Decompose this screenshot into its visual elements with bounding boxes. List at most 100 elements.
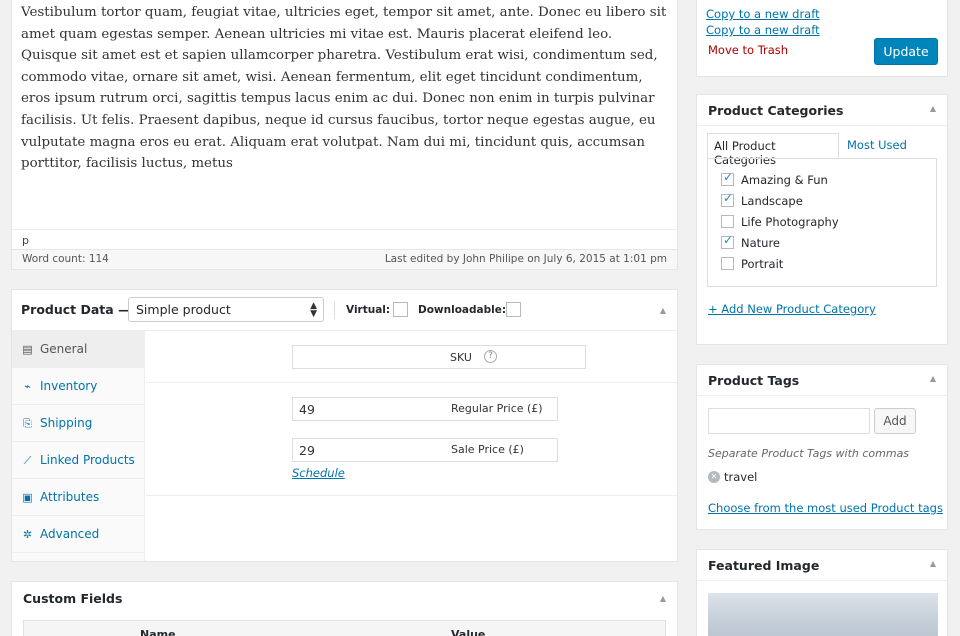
tab-label: General: [40, 342, 88, 356]
product-categories-title: Product Categories: [708, 103, 844, 118]
category-label: Landscape: [741, 194, 803, 208]
tab-label: Linked Products: [40, 453, 135, 467]
collapse-toggle-icon[interactable]: ▲: [660, 594, 666, 603]
tab-general[interactable]: ▤ General: [12, 331, 145, 368]
divider: [697, 580, 947, 581]
word-count: Word count: 114: [22, 253, 109, 265]
editor-body-text[interactable]: Vestibulum tortor quam, feugiat vitae, u…: [21, 2, 671, 175]
select-arrows-icon: ▲ ▼: [310, 301, 317, 319]
inventory-icon: ⌁: [24, 380, 31, 393]
sale-price-input[interactable]: 29 Sale Price (£): [292, 438, 558, 462]
help-icon[interactable]: ?: [484, 350, 497, 363]
custom-fields-box: Custom Fields ▲ Name Value: [11, 581, 678, 636]
checkbox-checked[interactable]: ✓: [721, 170, 734, 186]
featured-image-box: Featured Image ▲: [696, 549, 948, 636]
divider: [697, 125, 947, 126]
tag-input[interactable]: [708, 408, 870, 434]
product-data-box: Product Data — Simple product ▲ ▼ Virtual…: [11, 289, 678, 562]
editor-status-bar: Word count: 114 Last edited by John Phil…: [12, 249, 677, 269]
column-header-value: Value: [451, 628, 486, 636]
tab-most-used[interactable]: Most Used: [847, 138, 907, 152]
checkmark-icon: ✓: [723, 170, 734, 184]
category-item[interactable]: ✓ Landscape: [721, 191, 803, 208]
attributes-icon: ▣: [22, 491, 33, 504]
category-item[interactable]: Portrait: [721, 257, 783, 271]
tab-attributes[interactable]: ▣ Attributes: [12, 479, 145, 516]
collapse-toggle-icon[interactable]: ▲: [930, 559, 936, 568]
category-label: Portrait: [741, 257, 784, 271]
publish-box: Copy to a new draft Copy to a new draft …: [696, 0, 948, 77]
virtual-label: Virtual:: [346, 304, 391, 316]
divider: [146, 495, 677, 496]
tab-shipping[interactable]: ⎘ Shipping: [12, 405, 145, 442]
remove-tag-icon[interactable]: ✕: [708, 471, 720, 483]
most-used-tags-link[interactable]: Choose from the most used Product tags: [708, 501, 943, 515]
link-icon: ⟋: [23, 454, 32, 467]
copy-to-draft-link[interactable]: Copy to a new draft: [706, 7, 820, 21]
general-icon: ▤: [22, 343, 33, 356]
checkbox-checked[interactable]: ✓: [721, 233, 734, 249]
move-to-trash-link[interactable]: Move to Trash: [708, 43, 788, 57]
shipping-icon: ⎘: [23, 417, 32, 430]
tab-label: Inventory: [40, 379, 98, 393]
collapse-toggle-icon[interactable]: ▲: [660, 306, 666, 315]
update-button[interactable]: Update: [874, 38, 938, 65]
sku-input[interactable]: SKU ?: [292, 345, 586, 369]
divider: [334, 302, 335, 319]
sale-price-value: 29: [299, 443, 315, 458]
tab-linked-products[interactable]: ⟋ Linked Products: [12, 442, 145, 479]
divider: [697, 395, 947, 396]
checkbox-unchecked[interactable]: [721, 257, 734, 270]
downloadable-checkbox[interactable]: [506, 302, 521, 317]
category-item[interactable]: ✓ Nature: [721, 233, 780, 250]
gear-icon: ✲: [22, 528, 33, 541]
checkbox-unchecked[interactable]: [721, 215, 734, 228]
featured-image-title: Featured Image: [708, 558, 820, 573]
product-tags-box: Product Tags ▲ Add Separate Product Tags…: [696, 364, 948, 530]
tab-label: Advanced: [40, 527, 100, 541]
add-new-category-link[interactable]: + Add New Product Category: [708, 302, 876, 316]
product-categories-box: Product Categories ▲ All Product Categor…: [696, 94, 948, 345]
regular-price-value: 49: [299, 402, 315, 417]
featured-image-thumbnail[interactable]: [708, 593, 938, 636]
tab-label: Attributes: [40, 490, 100, 504]
product-data-header: Product Data — Simple product ▲ ▼ Virtual…: [12, 290, 677, 331]
checkbox-checked[interactable]: ✓: [721, 191, 734, 207]
category-label: Nature: [741, 236, 780, 250]
tag-label: travel: [724, 470, 758, 484]
tab-inventory[interactable]: ⌁ Inventory: [12, 368, 145, 405]
category-label: Amazing & Fun: [741, 173, 828, 187]
tab-all-categories[interactable]: All Product Categories: [707, 133, 839, 167]
column-header-name: Name: [140, 628, 176, 636]
checkmark-icon: ✓: [723, 191, 734, 205]
checkmark-icon: ✓: [723, 233, 734, 247]
regular-price-input[interactable]: 49 Regular Price (£): [292, 397, 558, 421]
category-item[interactable]: Life Photography: [721, 215, 839, 229]
category-checklist: ✓ Amazing & Fun ✓ Landscape Life Photograp…: [707, 158, 937, 287]
last-edited-info: Last edited by John Philipe on July 6, 2…: [384, 253, 667, 265]
tab-label: Shipping: [40, 416, 93, 430]
divider: [146, 382, 677, 383]
custom-fields-title: Custom Fields: [23, 591, 123, 606]
post-editor: Vestibulum tortor quam, feugiat vitae, u…: [11, 0, 678, 270]
editor-path: p: [12, 229, 677, 249]
virtual-checkbox[interactable]: [393, 302, 408, 317]
sale-price-label: Sale Price (£): [451, 443, 524, 456]
category-label: Life Photography: [741, 215, 839, 229]
custom-fields-table-header: Name Value: [23, 620, 666, 636]
product-type-select[interactable]: Simple product ▲ ▼: [128, 297, 324, 322]
sku-label: SKU: [450, 351, 472, 364]
add-tag-button[interactable]: Add: [874, 408, 916, 434]
collapse-toggle-icon[interactable]: ▲: [930, 374, 936, 383]
collapse-toggle-icon[interactable]: ▲: [930, 104, 936, 113]
downloadable-label: Downloadable:: [418, 304, 507, 316]
product-data-tabs: ▤ General ⌁ Inventory ⎘ Shipping ⟋ Linked Pr…: [12, 331, 145, 561]
tags-hint: Separate Product Tags with commas: [708, 447, 910, 460]
product-tags-title: Product Tags: [708, 373, 800, 388]
regular-price-label: Regular Price (£): [451, 402, 543, 415]
tab-advanced[interactable]: ✲ Advanced: [12, 516, 145, 553]
schedule-link[interactable]: Schedule: [292, 466, 345, 480]
copy-to-draft-link[interactable]: Copy to a new draft: [706, 23, 820, 37]
product-type-value: Simple product: [136, 302, 231, 317]
category-item[interactable]: ✓ Amazing & Fun: [721, 170, 828, 187]
